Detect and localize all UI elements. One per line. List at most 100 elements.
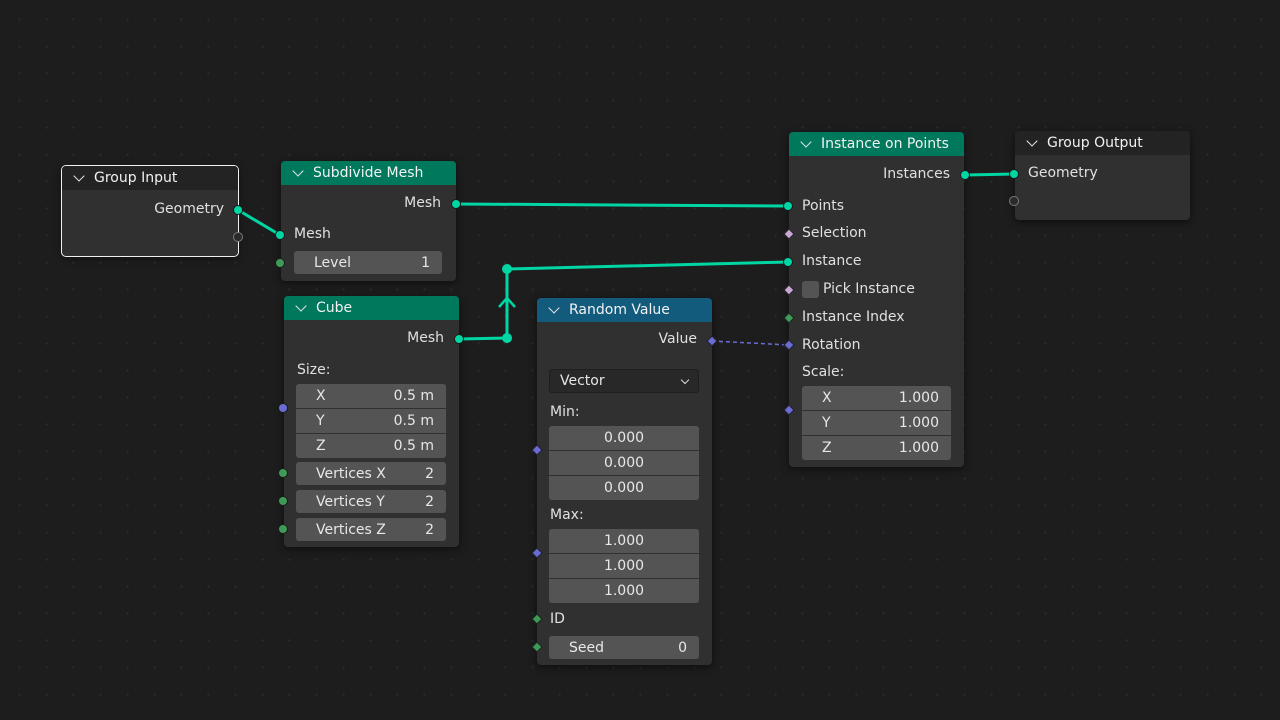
scale-value: 1.000 (898, 440, 939, 456)
vertices-y-socket[interactable] (278, 496, 288, 506)
instances-output-socket[interactable] (960, 170, 970, 180)
rotation-label: Rotation (802, 337, 861, 353)
link-group-input-to-subdivide (237, 208, 281, 237)
max-label: Max: (550, 507, 584, 523)
mesh-output-socket[interactable] (454, 334, 464, 344)
seed-field[interactable]: Seed 0 (549, 636, 699, 659)
seed-label: Seed (569, 639, 604, 656)
link-instances-to-output (964, 172, 1016, 177)
size-value: 0.5 m (393, 388, 434, 404)
geometry-input-label: Geometry (1028, 165, 1098, 181)
min-z-field[interactable]: 0.000 (549, 476, 699, 500)
min-x-field[interactable]: 0.000 (549, 426, 699, 450)
points-input-socket[interactable] (783, 201, 793, 211)
mesh-output-socket[interactable] (451, 199, 461, 209)
vertices-z-socket[interactable] (278, 524, 288, 534)
link-random-to-rotation (711, 340, 790, 346)
geometry-input-socket[interactable] (1009, 169, 1019, 179)
scale-value: 1.000 (898, 415, 939, 431)
seed-input-socket[interactable] (531, 641, 543, 653)
mesh-output-label: Mesh (404, 195, 441, 211)
min-value: 0.000 (603, 480, 645, 496)
points-label: Points (802, 198, 845, 214)
node-title: Random Value (569, 302, 670, 318)
link-reroute-arrow (498, 296, 516, 308)
group-output-header[interactable]: Group Output (1015, 131, 1190, 155)
selection-input-socket[interactable] (783, 228, 795, 240)
scale-label: Scale: (802, 364, 845, 380)
reroute-point-top (502, 264, 512, 274)
collapse-chevron-icon[interactable] (1026, 134, 1038, 147)
cube-header[interactable]: Cube (284, 296, 459, 320)
group-input-node[interactable]: Group Input Geometry (61, 165, 243, 257)
vertices-x-socket[interactable] (278, 468, 288, 478)
instance-on-points-node[interactable]: Instance on Points Instances Points Sele… (783, 132, 970, 467)
instance-index-socket[interactable] (783, 312, 795, 324)
vertices-z-field[interactable]: Vertices Z 2 (296, 518, 446, 541)
min-input-socket[interactable] (531, 444, 543, 456)
size-y-field[interactable]: Y 0.5 m (296, 409, 446, 433)
instance-index-label: Instance Index (802, 309, 905, 325)
level-field[interactable]: Level 1 (294, 251, 442, 274)
mesh-input-socket[interactable] (275, 230, 285, 240)
axis-label: Y (316, 413, 325, 429)
vertices-label: Vertices X (316, 465, 386, 482)
max-y-field[interactable]: 1.000 (549, 554, 699, 578)
collapse-chevron-icon[interactable] (73, 169, 85, 182)
pick-instance-label: Pick Instance (823, 281, 915, 297)
collapse-chevron-icon[interactable] (548, 301, 560, 314)
collapse-chevron-icon[interactable] (800, 135, 812, 148)
cube-node[interactable]: Cube Mesh Size: X 0.5 m Y 0.5 m Z 0.5 m … (278, 296, 464, 547)
mesh-input-label: Mesh (294, 226, 331, 242)
size-input-socket[interactable] (278, 403, 288, 413)
node-title: Subdivide Mesh (313, 165, 424, 181)
group-output-node[interactable]: Group Output Geometry (1009, 131, 1190, 220)
max-input-socket[interactable] (531, 547, 543, 559)
subdivide-mesh-header[interactable]: Subdivide Mesh (281, 161, 456, 185)
axis-label: Z (316, 438, 326, 454)
data-type-dropdown[interactable]: Vector (549, 369, 699, 393)
size-value: 0.5 m (393, 438, 434, 454)
vertices-label: Vertices Z (316, 521, 386, 538)
geometry-output-socket[interactable] (233, 205, 243, 215)
scale-input-socket[interactable] (783, 404, 795, 416)
empty-output-socket[interactable] (233, 232, 243, 242)
random-value-header[interactable]: Random Value (537, 298, 712, 322)
pick-instance-socket[interactable] (783, 284, 795, 296)
rotation-input-socket[interactable] (783, 339, 795, 351)
size-z-field[interactable]: Z 0.5 m (296, 434, 446, 458)
vertices-x-field[interactable]: Vertices X 2 (296, 462, 446, 485)
id-input-socket[interactable] (531, 613, 543, 625)
data-type-value: Vector (560, 373, 605, 389)
max-x-field[interactable]: 1.000 (549, 529, 699, 553)
collapse-chevron-icon[interactable] (292, 164, 304, 177)
scale-y-field[interactable]: Y 1.000 (802, 411, 951, 435)
value-output-socket[interactable] (706, 335, 718, 347)
pick-instance-checkbox[interactable] (802, 281, 819, 298)
min-y-field[interactable]: 0.000 (549, 451, 699, 475)
instances-output-label: Instances (883, 166, 950, 182)
level-input-socket[interactable] (275, 258, 285, 268)
level-label: Level (314, 254, 351, 271)
max-value: 1.000 (603, 533, 645, 549)
instance-input-socket[interactable] (783, 257, 793, 267)
max-z-field[interactable]: 1.000 (549, 579, 699, 603)
subdivide-mesh-node[interactable]: Subdivide Mesh Mesh Mesh Level 1 (275, 161, 461, 281)
size-x-field[interactable]: X 0.5 m (296, 384, 446, 408)
empty-input-socket[interactable] (1009, 196, 1019, 206)
max-value: 1.000 (603, 583, 645, 599)
max-value: 1.000 (603, 558, 645, 574)
scale-x-field[interactable]: X 1.000 (802, 386, 951, 410)
vertices-y-field[interactable]: Vertices Y 2 (296, 490, 446, 513)
group-input-header[interactable]: Group Input (62, 166, 238, 190)
node-title: Instance on Points (821, 136, 949, 152)
instance-on-points-header[interactable]: Instance on Points (789, 132, 964, 156)
scale-z-field[interactable]: Z 1.000 (802, 436, 951, 460)
node-title: Cube (316, 300, 353, 316)
size-label: Size: (297, 362, 331, 378)
collapse-chevron-icon[interactable] (295, 299, 307, 312)
random-value-node[interactable]: Random Value Value Vector Min: 0.000 0.0… (531, 298, 718, 665)
min-value: 0.000 (603, 430, 645, 446)
vertices-value: 2 (425, 521, 434, 538)
mesh-output-label: Mesh (407, 330, 444, 346)
